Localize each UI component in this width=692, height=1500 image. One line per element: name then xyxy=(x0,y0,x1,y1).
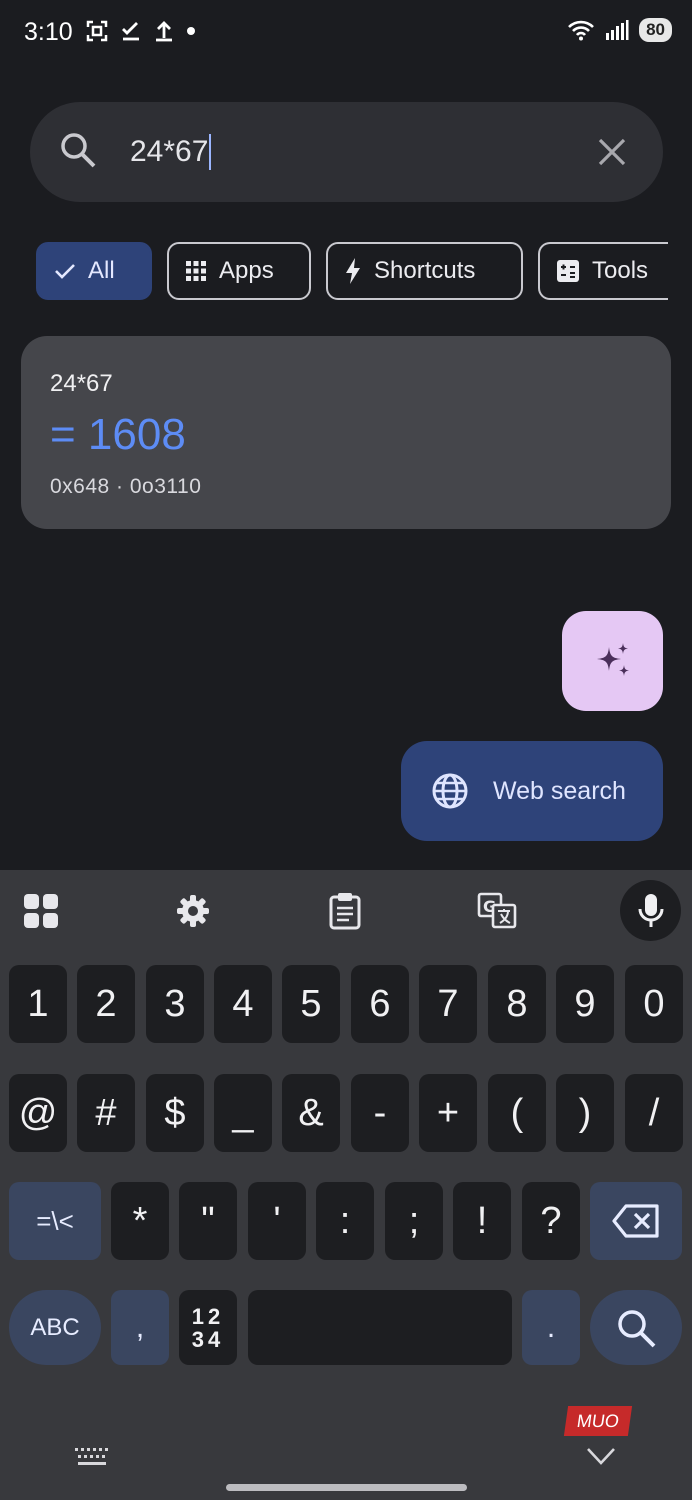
ai-sparkle-button[interactable] xyxy=(562,611,663,711)
key-9[interactable]: 9 xyxy=(556,965,614,1043)
translate-icon[interactable]: G xyxy=(474,888,520,934)
status-time: 3:10 xyxy=(24,18,73,46)
chip-apps[interactable]: Apps xyxy=(167,242,311,300)
chip-label: Apps xyxy=(219,257,274,284)
chip-label: Shortcuts xyxy=(374,257,476,284)
battery-indicator: 80 xyxy=(639,18,672,42)
keyboard-switch-icon[interactable] xyxy=(74,1446,110,1468)
sparkle-icon xyxy=(596,643,629,676)
chip-label: Tools xyxy=(592,257,649,284)
key-0[interactable]: 0 xyxy=(625,965,683,1043)
chevron-down-icon[interactable] xyxy=(586,1446,616,1466)
key-plus[interactable]: + xyxy=(419,1074,477,1152)
watermark-logo: MUO xyxy=(563,1406,633,1436)
abc-key[interactable]: ABC xyxy=(9,1290,101,1365)
backspace-icon xyxy=(612,1204,659,1238)
signal-icon xyxy=(606,20,629,40)
calculator-icon xyxy=(557,260,579,282)
key-open-paren[interactable]: ( xyxy=(488,1074,546,1152)
status-notification-icons xyxy=(86,20,196,42)
web-search-button[interactable]: Web search xyxy=(401,741,663,841)
key-close-paren[interactable]: ) xyxy=(556,1074,614,1152)
key-single-quote[interactable]: ' xyxy=(248,1182,306,1260)
key-colon[interactable]: : xyxy=(316,1182,374,1260)
key-at[interactable]: @ xyxy=(9,1074,67,1152)
screenshot-icon xyxy=(86,20,108,42)
result-value: = 1608 xyxy=(50,410,186,459)
web-search-label: Web search xyxy=(493,776,626,805)
symbols-toggle-key[interactable]: =\< xyxy=(9,1182,101,1260)
chip-all[interactable]: All xyxy=(36,242,152,300)
numpad-key[interactable]: 12 34 xyxy=(179,1290,237,1365)
key-minus[interactable]: - xyxy=(351,1074,409,1152)
key-2[interactable]: 2 xyxy=(77,965,135,1043)
search-icon xyxy=(61,133,96,168)
navigation-handle[interactable] xyxy=(226,1484,467,1491)
chip-label: All xyxy=(88,257,115,284)
microphone-button[interactable] xyxy=(620,880,681,941)
key-7[interactable]: 7 xyxy=(419,965,477,1043)
check-icon xyxy=(55,264,75,279)
settings-gear-icon[interactable] xyxy=(170,888,216,934)
key-question[interactable]: ? xyxy=(522,1182,580,1260)
key-5[interactable]: 5 xyxy=(282,965,340,1043)
result-alt-bases: 0x648 · 0o3110 xyxy=(50,475,202,498)
clipboard-icon[interactable] xyxy=(322,888,368,934)
wifi-icon xyxy=(568,20,594,41)
search-icon xyxy=(618,1309,656,1347)
key-8[interactable]: 8 xyxy=(488,965,546,1043)
key-dollar[interactable]: $ xyxy=(146,1074,204,1152)
key-1[interactable]: 1 xyxy=(9,965,67,1043)
globe-icon xyxy=(432,773,468,809)
microphone-icon xyxy=(638,893,663,927)
chip-tools[interactable]: Tools xyxy=(538,242,668,300)
chip-shortcuts[interactable]: Shortcuts xyxy=(326,242,523,300)
key-3[interactable]: 3 xyxy=(146,965,204,1043)
close-icon[interactable] xyxy=(596,136,628,168)
keyboard-apps-icon[interactable] xyxy=(18,888,64,934)
numpad-label-top: 12 xyxy=(191,1303,225,1329)
result-expression: 24*67 xyxy=(50,370,113,397)
key-asterisk[interactable]: * xyxy=(111,1182,169,1260)
key-semicolon[interactable]: ; xyxy=(385,1182,443,1260)
upload-icon xyxy=(156,21,172,42)
search-input[interactable]: 24*67 xyxy=(130,134,212,170)
key-hash[interactable]: # xyxy=(77,1074,135,1152)
key-exclamation[interactable]: ! xyxy=(453,1182,511,1260)
keyboard-search-key[interactable] xyxy=(590,1290,682,1365)
space-key[interactable] xyxy=(248,1290,512,1365)
key-underscore[interactable]: _ xyxy=(214,1074,272,1152)
apps-grid-icon xyxy=(186,261,206,281)
key-slash[interactable]: / xyxy=(625,1074,683,1152)
numpad-label-bottom: 34 xyxy=(191,1326,225,1352)
backspace-key[interactable] xyxy=(590,1182,682,1260)
key-4[interactable]: 4 xyxy=(214,965,272,1043)
key-6[interactable]: 6 xyxy=(351,965,409,1043)
key-period[interactable]: . xyxy=(522,1290,580,1365)
bolt-icon xyxy=(346,258,360,284)
key-double-quote[interactable]: " xyxy=(179,1182,237,1260)
key-comma[interactable]: , xyxy=(111,1290,169,1365)
key-ampersand[interactable]: & xyxy=(282,1074,340,1152)
notification-dot-icon xyxy=(187,27,195,35)
search-bar[interactable] xyxy=(30,102,663,202)
task-check-icon xyxy=(122,22,139,41)
status-right: 80 xyxy=(567,18,672,42)
